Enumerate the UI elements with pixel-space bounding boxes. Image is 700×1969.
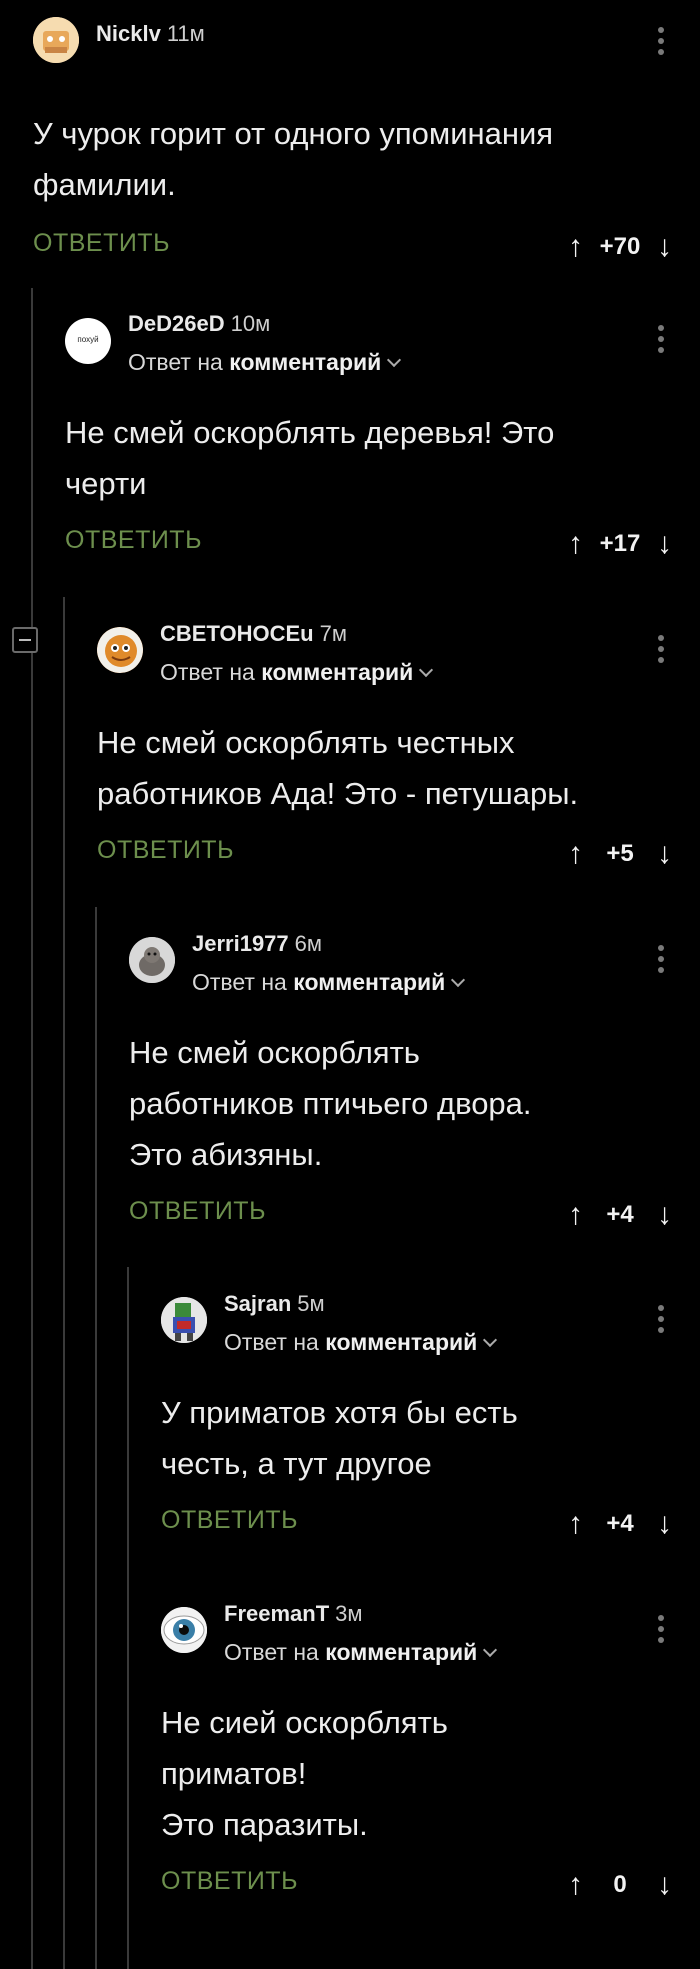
- comment-time: 3м: [335, 1601, 363, 1626]
- more-vertical-icon[interactable]: [658, 1615, 664, 1648]
- reply-to-line[interactable]: Ответ на комментарий: [224, 1329, 498, 1356]
- reply-to-line[interactable]: Ответ на комментарий: [192, 969, 466, 996]
- comment-ded26ed: похуй DeD26eD 10м Ответ на комментарий Не…: [65, 303, 700, 564]
- arrow-down-icon[interactable]: ↓: [657, 1198, 672, 1232]
- reply-to-line[interactable]: Ответ на комментарий: [224, 1639, 498, 1666]
- arrow-up-icon[interactable]: ↑: [568, 230, 583, 264]
- comment-time: 11м: [166, 21, 205, 46]
- vote-score: 0: [613, 1871, 627, 1898]
- comment-author[interactable]: DeD26eD 10м: [128, 311, 270, 337]
- arrow-down-icon[interactable]: ↓: [657, 837, 672, 871]
- chevron-down-icon: [483, 1332, 498, 1348]
- thread-line-2: [63, 597, 65, 1969]
- comment-sajran: Sajran 5м Ответ на комментарий У приматов…: [161, 1283, 700, 1544]
- arrow-up-icon[interactable]: ↑: [568, 527, 583, 561]
- comment-text: Не смей оскорблять работников птичьего д…: [129, 1035, 532, 1172]
- reply-button[interactable]: ОТВЕТИТЬ: [33, 229, 170, 258]
- more-vertical-icon[interactable]: [658, 27, 664, 60]
- comment-nicklv: Nicklv 11м У чурок горит от одного упомин…: [33, 13, 700, 267]
- comment-actions: ОТВЕТИТЬ ↑ +5 ↓: [97, 834, 700, 874]
- chevron-down-icon: [483, 1642, 498, 1658]
- comment-header: Nicklv 11м: [33, 13, 700, 65]
- arrow-down-icon[interactable]: ↓: [657, 1868, 672, 1902]
- comment-header: FreemanT 3м Ответ на комментарий: [161, 1593, 700, 1665]
- thread-line-3: [95, 907, 97, 1969]
- arrow-down-icon[interactable]: ↓: [657, 1507, 672, 1541]
- comment-header: CBETOHOCEu 7м Ответ на комментарий: [97, 613, 700, 685]
- chevron-down-icon: [387, 352, 402, 368]
- vote-controls: ↑ +5 ↓: [568, 834, 672, 874]
- arrow-up-icon[interactable]: ↑: [568, 1507, 583, 1541]
- comment-time: 10м: [230, 311, 271, 336]
- comment-author[interactable]: FreemanT 3м: [224, 1601, 363, 1627]
- reply-button[interactable]: ОТВЕТИТЬ: [161, 1867, 298, 1896]
- comment-cbetohoceu: CBETOHOCEu 7м Ответ на комментарий Не сме…: [97, 613, 700, 874]
- reply-to-line[interactable]: Ответ на комментарий: [160, 659, 434, 686]
- vote-controls: ↑ +17 ↓: [568, 524, 672, 564]
- comment-header: Jerri1977 6м Ответ на комментарий: [129, 923, 700, 995]
- vote-controls: ↑ +4 ↓: [568, 1195, 672, 1235]
- comment-author[interactable]: Nicklv 11м: [96, 21, 205, 47]
- comment-actions: ОТВЕТИТЬ ↑ +4 ↓: [161, 1504, 700, 1544]
- thread-line-1: [31, 288, 33, 1969]
- comment-author[interactable]: CBETOHOCEu 7м: [160, 621, 347, 647]
- arrow-up-icon[interactable]: ↑: [568, 837, 583, 871]
- vote-score: +5: [606, 840, 634, 867]
- comment-text: У приматов хотя бы есть честь, а тут дру…: [161, 1395, 518, 1481]
- vote-controls: ↑ 0 ↓: [568, 1865, 672, 1905]
- arrow-down-icon[interactable]: ↓: [657, 230, 672, 264]
- more-vertical-icon[interactable]: [658, 1305, 664, 1338]
- comment-author[interactable]: Jerri1977 6м: [192, 931, 322, 957]
- more-vertical-icon[interactable]: [658, 945, 664, 978]
- avatar[interactable]: [129, 937, 175, 983]
- arrow-up-icon[interactable]: ↑: [568, 1198, 583, 1232]
- reply-to-line[interactable]: Ответ на комментарий: [128, 349, 402, 376]
- comment-text: У чурок горит от одного упоминания фамил…: [33, 116, 554, 202]
- collapse-thread-button[interactable]: [12, 627, 38, 653]
- reply-button[interactable]: ОТВЕТИТЬ: [161, 1506, 298, 1535]
- avatar[interactable]: похуй: [65, 318, 111, 364]
- vote-controls: ↑ +70 ↓: [568, 227, 672, 267]
- vote-score: +70: [599, 233, 641, 260]
- more-vertical-icon[interactable]: [658, 325, 664, 358]
- comment-actions: ОТВЕТИТЬ ↑ +70 ↓: [33, 227, 700, 267]
- comment-author[interactable]: Sajran 5м: [224, 1291, 325, 1317]
- reply-button[interactable]: ОТВЕТИТЬ: [129, 1197, 266, 1226]
- reply-button[interactable]: ОТВЕТИТЬ: [97, 836, 234, 865]
- comment-text: Не смей оскорблять деревья! Это черти: [65, 415, 555, 501]
- arrow-up-icon[interactable]: ↑: [568, 1868, 583, 1902]
- more-vertical-icon[interactable]: [658, 635, 664, 668]
- comment-jerri1977: Jerri1977 6м Ответ на комментарий Не смей…: [129, 923, 700, 1235]
- arrow-down-icon[interactable]: ↓: [657, 527, 672, 561]
- comment-text: Не сией оскорблять приматов! Это паразит…: [161, 1705, 448, 1842]
- comment-actions: ОТВЕТИТЬ ↑ 0 ↓: [161, 1865, 700, 1905]
- comment-time: 7м: [319, 621, 347, 646]
- vote-controls: ↑ +4 ↓: [568, 1504, 672, 1544]
- comment-header: похуй DeD26eD 10м Ответ на комментарий: [65, 303, 700, 375]
- vote-score: +4: [606, 1201, 634, 1228]
- avatar[interactable]: [161, 1297, 207, 1343]
- avatar[interactable]: [97, 627, 143, 673]
- comment-header: Sajran 5м Ответ на комментарий: [161, 1283, 700, 1355]
- comment-actions: ОТВЕТИТЬ ↑ +4 ↓: [129, 1195, 700, 1235]
- avatar[interactable]: [33, 17, 79, 63]
- vote-score: +4: [606, 1510, 634, 1537]
- thread-line-4: [127, 1267, 129, 1969]
- vote-score: +17: [599, 530, 641, 557]
- comment-time: 5м: [297, 1291, 325, 1316]
- chevron-down-icon: [451, 972, 466, 988]
- reply-button[interactable]: ОТВЕТИТЬ: [65, 526, 202, 555]
- comment-text: Не смей оскорблять честных работников Ад…: [97, 725, 579, 811]
- chevron-down-icon: [419, 662, 434, 678]
- comment-actions: ОТВЕТИТЬ ↑ +17 ↓: [65, 524, 700, 564]
- comment-freemant: FreemanT 3м Ответ на комментарий Не сией …: [161, 1593, 700, 1905]
- avatar[interactable]: [161, 1607, 207, 1653]
- comment-time: 6м: [294, 931, 323, 956]
